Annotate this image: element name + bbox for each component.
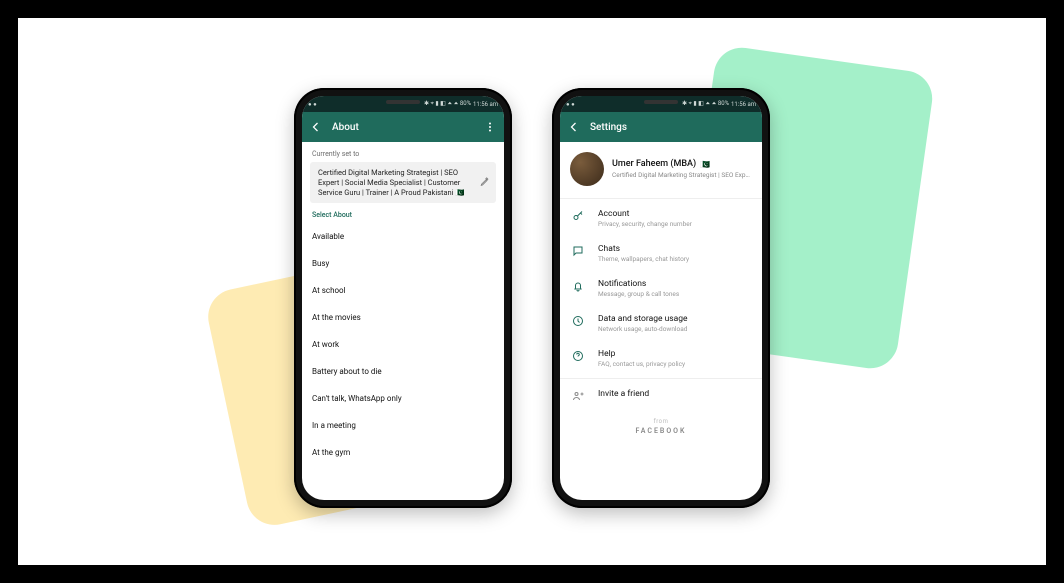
about-option[interactable]: At work [302, 331, 504, 358]
settings-item-data[interactable]: Data and storage usageNetwork usage, aut… [560, 306, 762, 341]
bell-icon [572, 280, 586, 294]
settings-item-title: Data and storage usage [598, 314, 688, 324]
settings-item-help[interactable]: HelpFAQ, contact us, privacy policy [560, 341, 762, 376]
select-about-label: Select About [302, 203, 504, 223]
divider [560, 198, 762, 199]
screen-settings: ● ● ✱ ⌖ ▮ ◧ ⏶ ⏶ 80% 11:56 am Settings [560, 96, 762, 500]
status-icons: ✱ ⌖ ▮ ◧ ⏶ ⏶ 80% [424, 100, 471, 108]
settings-item-text: HelpFAQ, contact us, privacy policy [598, 349, 685, 368]
status-time: 11:56 am [731, 101, 756, 108]
status-right: ✱ ⌖ ▮ ◧ ⏶ ⏶ 80% 11:56 am [424, 100, 498, 108]
appbar-title: Settings [590, 122, 754, 133]
phone-row: ● ● ✱ ⌖ ▮ ◧ ⏶ ⏶ 80% 11:56 am About [18, 88, 1046, 508]
status-time: 11:56 am [473, 101, 498, 108]
current-about-row[interactable]: Certified Digital Marketing Strategist |… [310, 162, 496, 203]
about-options-list: AvailableBusyAt schoolAt the moviesAt wo… [302, 223, 504, 466]
back-icon[interactable] [568, 121, 580, 133]
settings-item-text: Invite a friend [598, 389, 649, 399]
status-left: ● ● [566, 101, 575, 108]
appbar-settings: Settings [560, 112, 762, 142]
settings-item-chat[interactable]: ChatsTheme, wallpapers, chat history [560, 236, 762, 271]
chat-icon [572, 245, 586, 259]
statusbar: ● ● ✱ ⌖ ▮ ◧ ⏶ ⏶ 80% 11:56 am [560, 96, 762, 112]
about-option[interactable]: At the movies [302, 304, 504, 331]
phone-about: ● ● ✱ ⌖ ▮ ◧ ⏶ ⏶ 80% 11:56 am About [294, 88, 512, 508]
key-icon [572, 210, 586, 224]
help-icon [572, 350, 586, 364]
about-option[interactable]: At school [302, 277, 504, 304]
data-icon [572, 315, 586, 329]
phone-settings: ● ● ✱ ⌖ ▮ ◧ ⏶ ⏶ 80% 11:56 am Settings [552, 88, 770, 508]
back-icon[interactable] [310, 121, 322, 133]
footer-brand: FACEBOOK [560, 427, 762, 441]
settings-item-bell[interactable]: NotificationsMessage, group & call tones [560, 271, 762, 306]
current-about-text: Certified Digital Marketing Strategist |… [318, 168, 465, 197]
profile-name: Umer Faheem (MBA) [612, 159, 696, 169]
settings-list: AccountPrivacy, security, change number C… [560, 201, 762, 412]
status-right: ✱ ⌖ ▮ ◧ ⏶ ⏶ 80% 11:56 am [682, 100, 756, 108]
more-icon[interactable] [484, 121, 496, 133]
settings-item-invite[interactable]: Invite a friend [560, 381, 762, 412]
statusbar: ● ● ✱ ⌖ ▮ ◧ ⏶ ⏶ 80% 11:56 am [302, 96, 504, 112]
profile-text: Umer Faheem (MBA) 🇵🇰 Certified Digital M… [612, 159, 750, 179]
appbar-title: About [332, 122, 474, 133]
settings-item-text: AccountPrivacy, security, change number [598, 209, 692, 228]
settings-item-title: Help [598, 349, 685, 359]
settings-item-text: ChatsTheme, wallpapers, chat history [598, 244, 689, 263]
settings-item-sub: Network usage, auto-download [598, 325, 688, 333]
screen-about: ● ● ✱ ⌖ ▮ ◧ ⏶ ⏶ 80% 11:56 am About [302, 96, 504, 500]
settings-item-title: Notifications [598, 279, 679, 289]
avatar [570, 152, 604, 186]
currently-set-to-label: Currently set to [302, 142, 504, 162]
invite-icon [572, 390, 586, 404]
status-left: ● ● [308, 101, 317, 108]
divider [560, 378, 762, 379]
settings-item-sub: Message, group & call tones [598, 290, 679, 298]
profile-row[interactable]: Umer Faheem (MBA) 🇵🇰 Certified Digital M… [560, 142, 762, 196]
profile-sub: Certified Digital Marketing Strategist |… [612, 171, 750, 179]
settings-item-title: Invite a friend [598, 389, 649, 399]
settings-item-key[interactable]: AccountPrivacy, security, change number [560, 201, 762, 236]
settings-item-text: Data and storage usageNetwork usage, aut… [598, 314, 688, 333]
settings-item-text: NotificationsMessage, group & call tones [598, 279, 679, 298]
about-option[interactable]: At the gym [302, 439, 504, 466]
appbar-about: About [302, 112, 504, 142]
about-option[interactable]: Can't talk, WhatsApp only [302, 385, 504, 412]
status-icons: ✱ ⌖ ▮ ◧ ⏶ ⏶ 80% [682, 100, 729, 108]
about-option[interactable]: Available [302, 223, 504, 250]
settings-content: Umer Faheem (MBA) 🇵🇰 Certified Digital M… [560, 142, 762, 500]
settings-item-sub: Theme, wallpapers, chat history [598, 255, 689, 263]
settings-item-title: Chats [598, 244, 689, 254]
canvas: ● ● ✱ ⌖ ▮ ◧ ⏶ ⏶ 80% 11:56 am About [18, 18, 1046, 565]
edit-icon[interactable] [480, 176, 490, 189]
about-option[interactable]: In a meeting [302, 412, 504, 439]
about-option[interactable]: Battery about to die [302, 358, 504, 385]
about-content: Currently set to Certified Digital Marke… [302, 142, 504, 500]
about-option[interactable]: Busy [302, 250, 504, 277]
settings-item-title: Account [598, 209, 692, 219]
flag-icon: 🇵🇰 [700, 160, 710, 169]
settings-item-sub: FAQ, contact us, privacy policy [598, 360, 685, 368]
settings-item-sub: Privacy, security, change number [598, 220, 692, 228]
footer-from: from [560, 412, 762, 427]
profile-name-row: Umer Faheem (MBA) 🇵🇰 [612, 159, 750, 169]
